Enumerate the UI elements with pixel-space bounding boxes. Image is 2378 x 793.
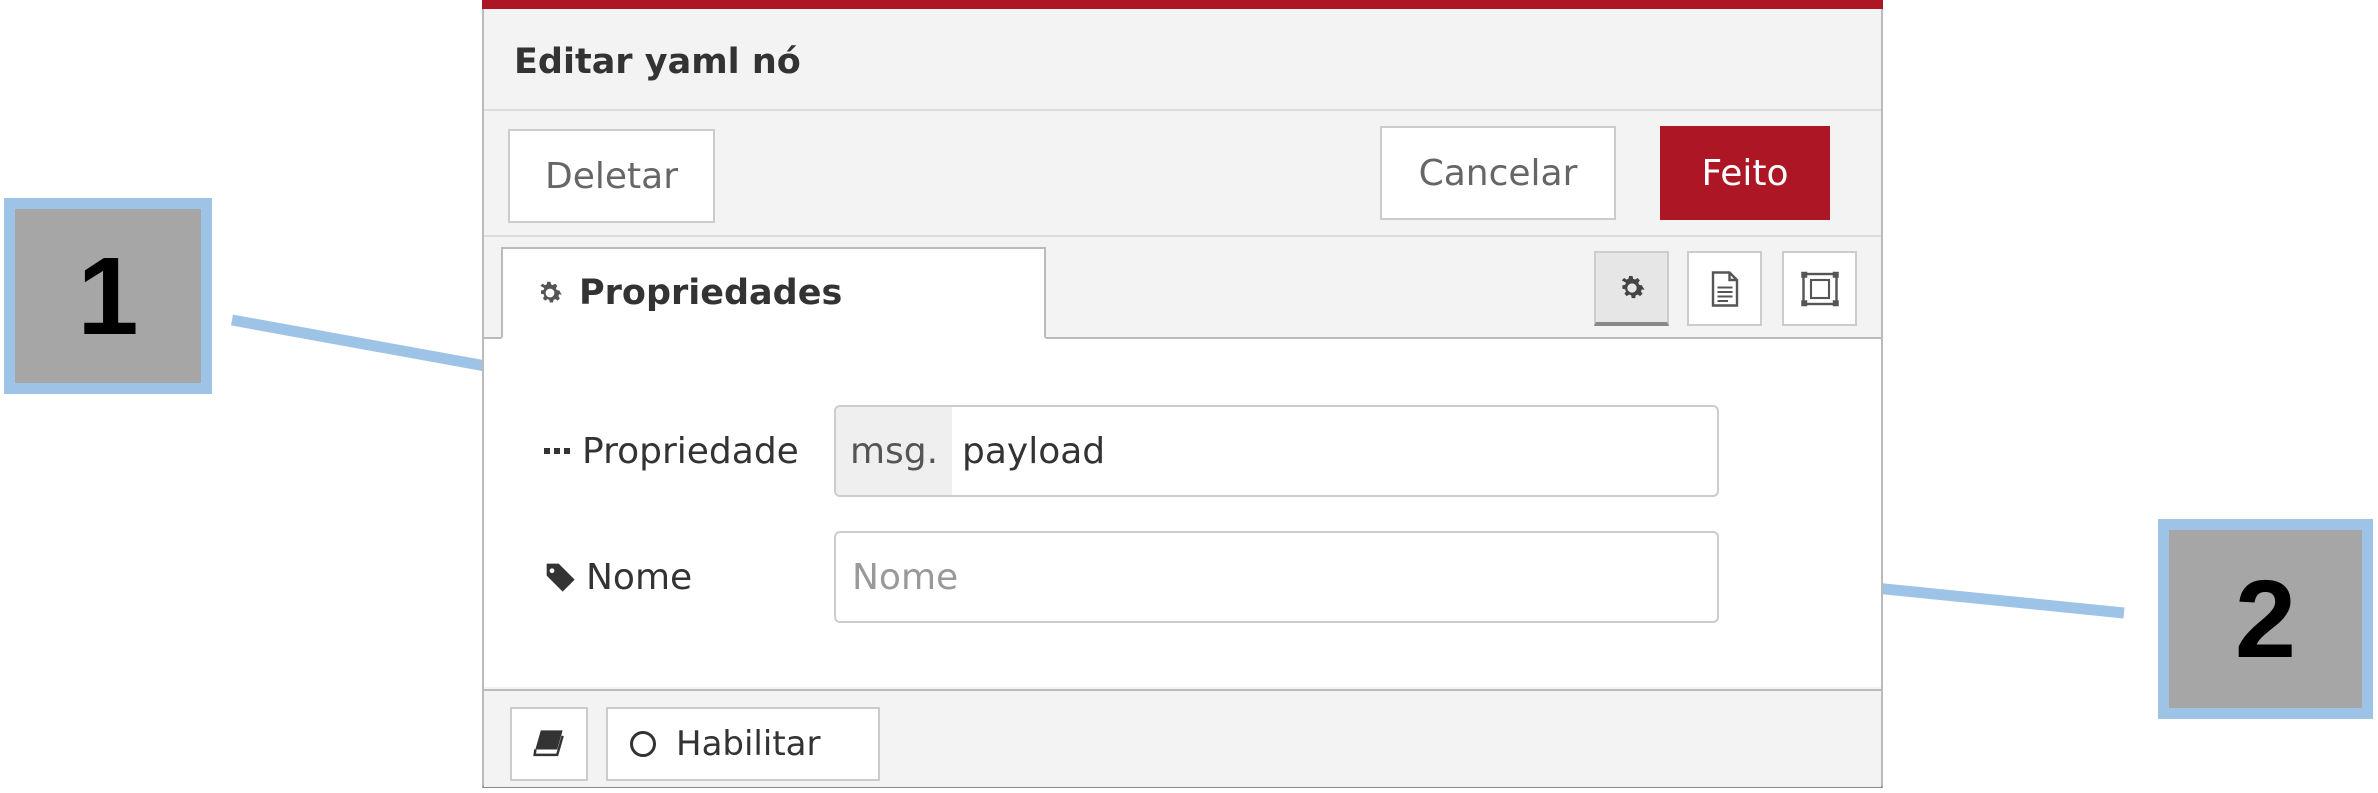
edit-tray: Editar yaml nó Deletar Cancelar Feito Pr… <box>482 0 1883 788</box>
tab-icon-appearance[interactable] <box>1782 251 1857 326</box>
property-row: Propriedade msg. <box>484 405 1881 497</box>
tray-header: Editar yaml nó <box>484 9 1881 111</box>
callout-1: 1 <box>4 198 212 394</box>
tabs-row: Propriedades <box>484 237 1881 339</box>
file-text-icon <box>1710 270 1740 307</box>
cog-icon <box>1616 272 1648 304</box>
tag-icon <box>544 561 576 593</box>
property-label: Propriedade <box>544 405 799 497</box>
property-label-text: Propriedade <box>582 430 799 472</box>
tray-top-accent-bar <box>482 0 1883 9</box>
book-icon <box>532 729 566 759</box>
delete-button[interactable]: Deletar <box>508 129 715 223</box>
property-typed-input[interactable]: msg. <box>834 405 1719 497</box>
property-value-input[interactable] <box>952 407 1717 495</box>
radio-circle-icon <box>630 731 656 757</box>
cancel-button[interactable]: Cancelar <box>1380 126 1616 220</box>
cog-icon <box>535 278 565 308</box>
enable-toggle-button[interactable]: Habilitar <box>606 707 880 781</box>
name-label-text: Nome <box>586 556 693 598</box>
tab-properties-label: Propriedades <box>579 273 843 313</box>
name-input[interactable] <box>834 531 1719 623</box>
property-type-selector[interactable]: msg. <box>836 407 952 495</box>
tab-icon-description[interactable] <box>1687 251 1762 326</box>
tray-title: Editar yaml nó <box>514 42 801 82</box>
tray-toolbar: Deletar Cancelar Feito <box>484 111 1881 237</box>
node-help-button[interactable] <box>510 707 588 781</box>
callout-2: 2 <box>2158 519 2373 719</box>
enable-label: Habilitar <box>676 724 821 764</box>
done-button[interactable]: Feito <box>1660 126 1830 220</box>
ellipsis-icon <box>544 446 572 456</box>
tab-icon-settings[interactable] <box>1594 251 1669 326</box>
frame-icon <box>1800 271 1840 307</box>
name-row: Nome <box>484 531 1881 623</box>
screenshot-canvas: Editar yaml nó Deletar Cancelar Feito Pr… <box>0 0 2378 793</box>
properties-form: Propriedade msg. Nome <box>484 339 1881 687</box>
tab-properties[interactable]: Propriedades <box>501 247 1046 339</box>
name-label: Nome <box>544 531 692 623</box>
tray-footer: Habilitar <box>484 689 1881 787</box>
